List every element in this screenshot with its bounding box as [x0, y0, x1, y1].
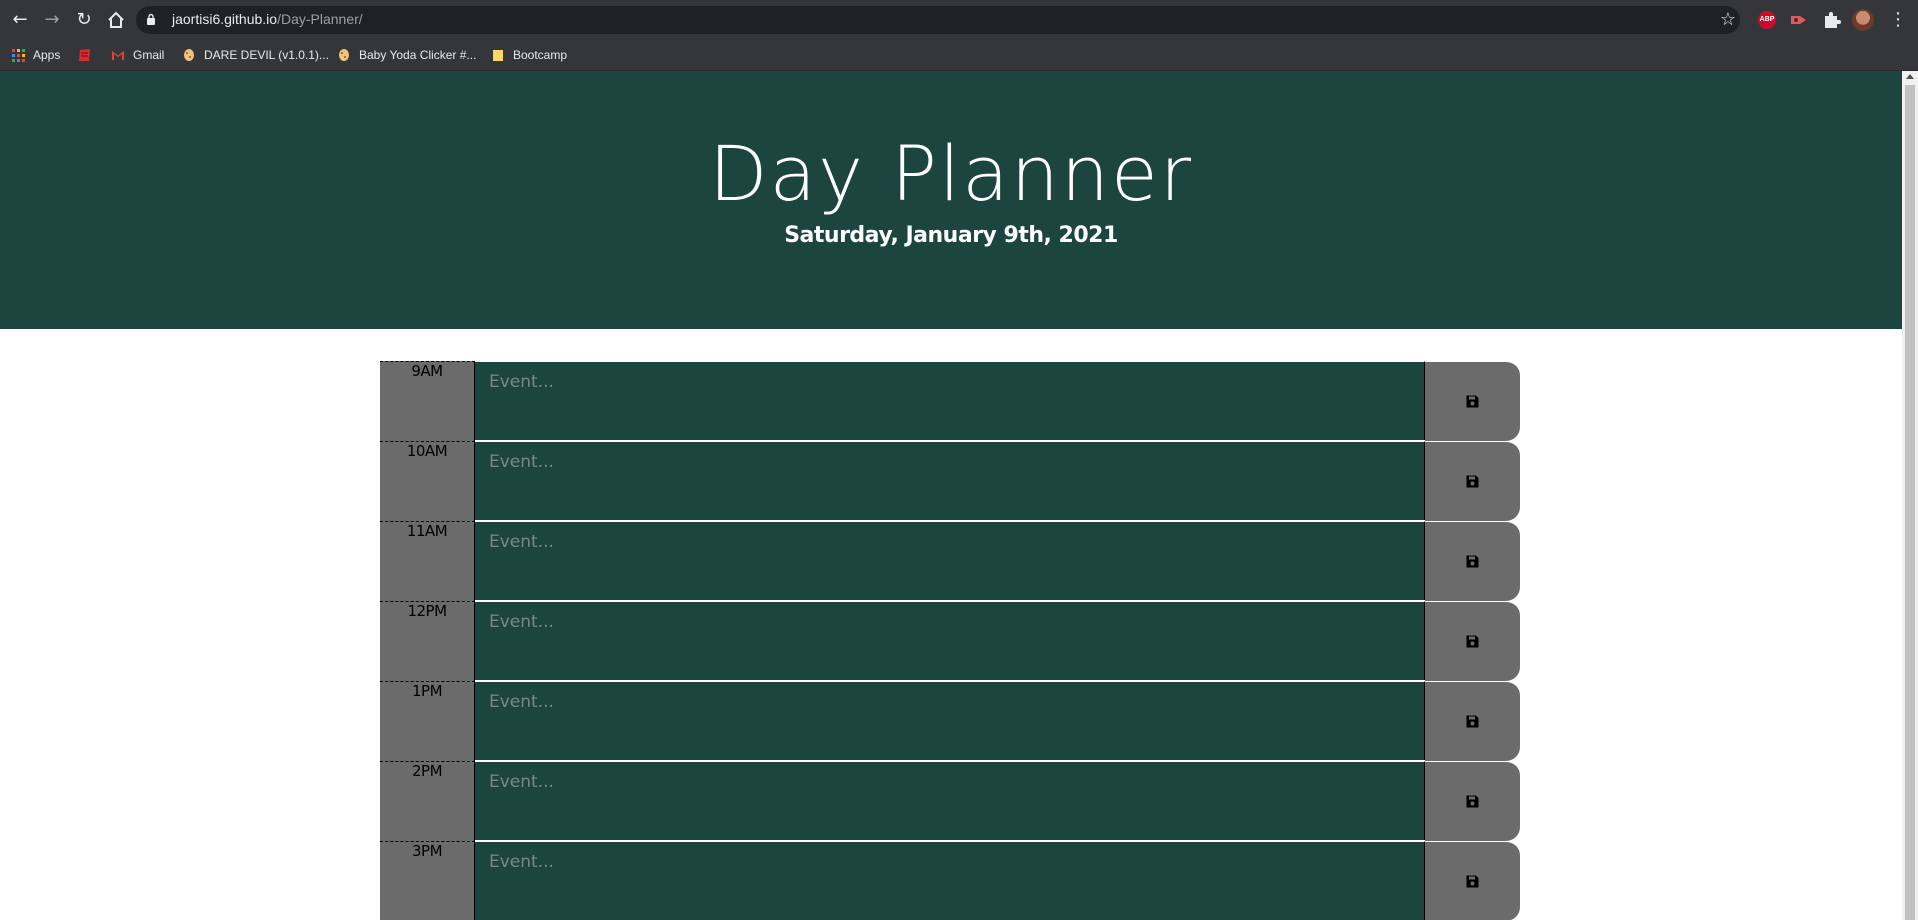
- time-block-row: 9AM: [380, 361, 1521, 441]
- browser-menu-icon[interactable]: ⋮: [1888, 9, 1908, 31]
- browser-toolbar: ← → ↻ jaortisi6.github.io/Day-Planner/ ☆…: [0, 0, 1918, 40]
- bookmark-label: Baby Yoda Clicker #...: [359, 48, 477, 62]
- back-arrow-icon[interactable]: ←: [8, 8, 32, 32]
- hour-label: 3PM: [380, 841, 475, 920]
- time-block-row: 3PM: [380, 841, 1521, 920]
- event-input[interactable]: [475, 681, 1425, 760]
- bookmark-label: DARE DEVIL (v1.0.1)...: [204, 48, 329, 62]
- extensions-puzzle-icon[interactable]: [1822, 10, 1842, 30]
- bookmark-label: Bootcamp: [513, 48, 568, 62]
- hour-label: 2PM: [380, 761, 475, 841]
- event-input[interactable]: [475, 761, 1425, 840]
- adblock-extension-icon[interactable]: ABP: [1758, 11, 1776, 29]
- forward-arrow-icon[interactable]: →: [40, 8, 64, 32]
- url-host: jaortisi6.github.io: [172, 11, 278, 27]
- home-icon[interactable]: [104, 8, 128, 32]
- save-button[interactable]: [1425, 441, 1520, 521]
- time-block-row: 1PM: [380, 681, 1521, 761]
- save-button[interactable]: [1425, 601, 1520, 681]
- save-floppy-icon: [1466, 715, 1479, 728]
- event-input[interactable]: [475, 841, 1425, 920]
- save-floppy-icon: [1466, 395, 1479, 408]
- bookmark-dare-devil[interactable]: DARE DEVIL (v1.0.1)...: [182, 40, 329, 70]
- bookmark-label: Gmail: [133, 48, 165, 62]
- cookie-icon: [339, 49, 349, 61]
- save-button[interactable]: [1425, 361, 1520, 441]
- event-input[interactable]: [475, 601, 1425, 680]
- hour-label: 11AM: [380, 521, 475, 601]
- bookmark-star-icon[interactable]: ☆: [1717, 9, 1739, 31]
- url-text[interactable]: jaortisi6.github.io/Day-Planner/: [172, 11, 363, 27]
- save-floppy-icon: [1466, 475, 1479, 488]
- time-block-row: 10AM: [380, 441, 1521, 521]
- folder-icon: [493, 50, 503, 61]
- red-extension-icon[interactable]: [1790, 12, 1808, 28]
- hour-label: 1PM: [380, 681, 475, 761]
- profile-avatar[interactable]: [1852, 9, 1874, 31]
- save-floppy-icon: [1466, 635, 1479, 648]
- event-input[interactable]: [475, 361, 1425, 440]
- bookmark-label: Apps: [33, 48, 61, 62]
- cookie-icon: [184, 49, 194, 61]
- red-book-icon: [79, 49, 90, 61]
- page-scrollbar[interactable]: [1902, 71, 1918, 920]
- time-block-row: 11AM: [380, 521, 1521, 601]
- bookmark-red-book[interactable]: [78, 40, 100, 70]
- bookmark-gmail[interactable]: Gmail: [111, 40, 164, 70]
- hour-label: 12PM: [380, 601, 475, 681]
- bookmark-apps[interactable]: Apps: [12, 40, 60, 70]
- bookmark-bootcamp[interactable]: Bootcamp: [491, 40, 567, 70]
- page-viewport: Day Planner Saturday, January 9th, 2021 …: [0, 71, 1902, 920]
- address-bar[interactable]: [136, 6, 1740, 34]
- page-header: Day Planner Saturday, January 9th, 2021: [0, 71, 1902, 329]
- bookmarks-bar: Apps Gmail DARE DEVIL (v1.0.1)... Baby Y…: [0, 40, 1918, 71]
- time-block-row: 2PM: [380, 761, 1521, 841]
- event-input[interactable]: [475, 521, 1425, 600]
- time-block-row: 12PM: [380, 601, 1521, 681]
- apps-grid-icon: [12, 48, 25, 62]
- save-floppy-icon: [1466, 555, 1479, 568]
- reload-icon[interactable]: ↻: [72, 8, 96, 32]
- time-block-container: 9AM10AM11AM12PM1PM2PM3PM: [380, 361, 1521, 920]
- current-date: Saturday, January 9th, 2021: [784, 223, 1118, 248]
- save-button[interactable]: [1425, 681, 1520, 761]
- scroll-up-arrow-icon[interactable]: [1906, 74, 1914, 79]
- lock-icon: [147, 13, 155, 25]
- hour-label: 9AM: [380, 361, 475, 441]
- scrollbar-thumb[interactable]: [1905, 85, 1915, 920]
- hour-label: 10AM: [380, 441, 475, 521]
- save-button[interactable]: [1425, 521, 1520, 601]
- event-input[interactable]: [475, 441, 1425, 520]
- gmail-icon: [112, 51, 124, 60]
- url-path: /Day-Planner/: [277, 11, 363, 27]
- save-floppy-icon: [1466, 875, 1479, 888]
- bookmark-baby-yoda[interactable]: Baby Yoda Clicker #...: [337, 40, 476, 70]
- save-button[interactable]: [1425, 841, 1520, 920]
- save-floppy-icon: [1466, 795, 1479, 808]
- save-button[interactable]: [1425, 761, 1520, 841]
- page-title: Day Planner: [708, 129, 1194, 218]
